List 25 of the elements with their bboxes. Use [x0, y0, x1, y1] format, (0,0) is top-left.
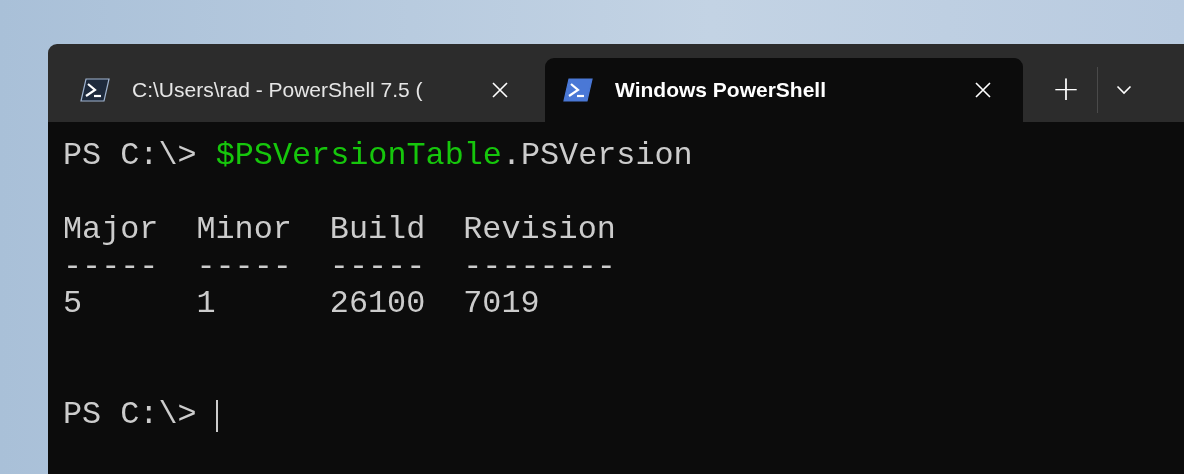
- table-cell: 26100: [329, 286, 426, 323]
- header-underline: -----: [196, 249, 292, 286]
- column-header: Revision: [463, 212, 616, 249]
- column-header: Build: [329, 212, 426, 249]
- column-header: Minor: [196, 212, 292, 249]
- header-underline: -----: [63, 249, 159, 286]
- table-cell: 7019: [463, 286, 540, 323]
- prompt-text: PS C:\>: [63, 138, 197, 175]
- tab-title: C:\Users\rad - PowerShell 7.5 (: [132, 78, 424, 102]
- close-icon: [492, 82, 508, 98]
- header-underline: --------: [463, 249, 616, 286]
- header-underline: -----: [329, 249, 426, 286]
- terminal-prompt-icon: [80, 78, 110, 102]
- table-cell: 5: [63, 286, 83, 323]
- column-header: Major: [63, 212, 159, 249]
- table-cell: 1: [196, 286, 216, 323]
- terminal-prompt-icon: [563, 78, 593, 102]
- tab-title: Windows PowerShell: [615, 78, 827, 102]
- chevron-down-icon: [1116, 85, 1132, 95]
- close-icon: [975, 82, 991, 98]
- prompt-text: PS C:\>: [63, 397, 197, 434]
- command-text: $PSVersionTable.PSVersion: [215, 138, 693, 175]
- tab[interactable]: Windows PowerShell: [545, 58, 1023, 122]
- tab[interactable]: C:\Users\rad - PowerShell 7.5 (: [62, 58, 540, 122]
- new-tab-button[interactable]: +: [1043, 58, 1089, 122]
